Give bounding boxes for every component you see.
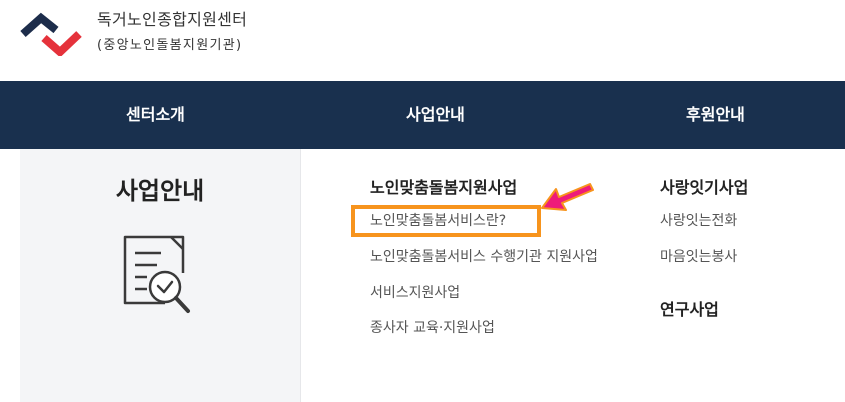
mega-menu-side-panel: 사업안내	[20, 149, 301, 402]
pointer-arrow-icon	[541, 183, 594, 211]
org-subtitle: (중앙노인돌봄지원기관)	[97, 38, 243, 53]
menu-link-service-support[interactable]: 서비스지원사업	[370, 282, 460, 302]
main-nav: 센터소개 사업안내 후원안내	[0, 81, 845, 149]
menu-heading-research[interactable]: 연구사업	[660, 296, 719, 320]
menu-heading-love-connect[interactable]: 사랑잇기사업	[660, 174, 748, 198]
highlight-box	[351, 205, 541, 237]
side-panel-title: 사업안내	[115, 177, 205, 205]
menu-link-staff-education[interactable]: 종사자 교육·지원사업	[370, 317, 495, 337]
logo-mark-icon	[20, 12, 82, 56]
menu-heading-senior-care[interactable]: 노인맞춤돌봄지원사업	[370, 174, 517, 198]
menu-link-heart-volunteer[interactable]: 마음잇는봉사	[660, 246, 737, 266]
nav-item-center-intro[interactable]: 센터소개	[126, 81, 185, 149]
org-title: 독거노인종합지원센터	[97, 10, 248, 29]
site-header: 독거노인종합지원센터 (중앙노인돌봄지원기관)	[0, 0, 845, 81]
nav-item-sponsorship[interactable]: 후원안내	[686, 81, 745, 149]
mega-menu-dropdown: 사업안내 노인맞춤돌봄지원사업 노인맞춤돌봄서비스란? 노인맞춤돌봄서비스 수행…	[0, 149, 845, 402]
menu-link-love-phone[interactable]: 사랑잇는전화	[660, 210, 737, 230]
site-logo[interactable]: 독거노인종합지원센터 (중앙노인돌봄지원기관)	[20, 10, 247, 57]
nav-item-business-guide[interactable]: 사업안내	[406, 81, 465, 149]
menu-link-agency-support[interactable]: 노인맞춤돌봄서비스 수행기관 지원사업	[370, 246, 598, 266]
document-magnifier-icon	[123, 235, 190, 313]
